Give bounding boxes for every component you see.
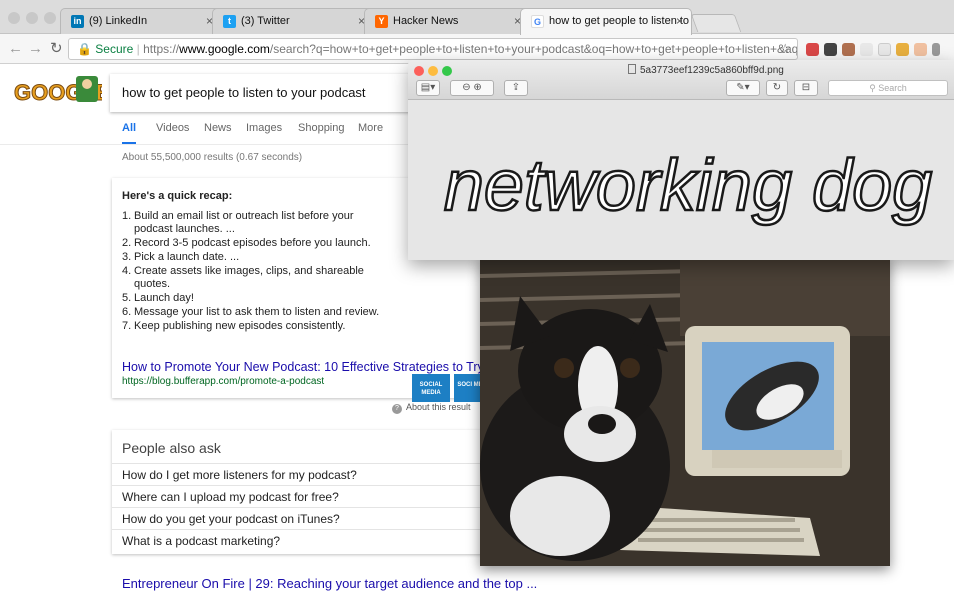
tab-more[interactable]: More [358, 122, 383, 134]
result-title-link[interactable]: Entrepreneur On Fire | 29: Reaching your… [122, 576, 537, 591]
extension-icon[interactable] [878, 43, 891, 56]
preview-image-area: networking dog [408, 100, 954, 260]
tab-hacker-news[interactable]: Y Hacker News × [364, 8, 530, 34]
bookmark-star-icon[interactable]: ☆ [779, 39, 791, 59]
back-arrow-icon[interactable]: ← [8, 40, 23, 58]
address-bar[interactable]: 🔒 Secure | https://www.google.com/search… [68, 38, 798, 60]
google-icon: G [531, 15, 544, 28]
search-input[interactable]: how to get people to listen to your podc… [110, 74, 430, 112]
meme-caption: networking dog [444, 146, 932, 226]
paa-question[interactable]: Where can I upload my podcast for free? [112, 485, 492, 507]
window-zoom-icon[interactable] [44, 12, 56, 24]
tab-images[interactable]: Images [246, 122, 282, 134]
rotate-icon[interactable]: ↻ [766, 80, 788, 96]
tab-linkedin[interactable]: in (9) LinkedIn × [60, 8, 222, 34]
list-item: 2. Record 3-5 podcast episodes before you… [122, 237, 371, 249]
tab-twitter[interactable]: t (3) Twitter × [212, 8, 374, 34]
tab-google-search[interactable]: G how to get people to listen to × [520, 8, 692, 35]
preview-titlebar: 5a3773eef1239c5a860bff9d.png ▤▾ ⊖ ⊕ ⇪ ✎▾… [408, 60, 954, 100]
paa-question[interactable]: How do you get your podcast on iTunes? [112, 507, 492, 529]
tab-label: (9) LinkedIn [89, 15, 148, 27]
lock-icon: 🔒 [77, 42, 92, 56]
linkedin-icon: in [71, 15, 84, 28]
pocket-extension-icon[interactable] [806, 43, 819, 56]
window-minimize-icon[interactable] [428, 66, 438, 76]
social-media-thumbnail[interactable]: SOCIAL MEDIA [412, 374, 450, 402]
extension-icon[interactable] [824, 43, 837, 56]
address-path: /search?q=how+to+get+people+to+listen+to… [269, 42, 798, 56]
close-icon[interactable]: × [676, 9, 683, 33]
menu-icon[interactable] [932, 43, 940, 56]
tab-all[interactable]: All [122, 122, 136, 134]
tab-label: (3) Twitter [241, 15, 290, 27]
search-input[interactable]: ⚲ Search [828, 80, 948, 96]
toolbox-icon[interactable]: ⊟ [794, 80, 818, 96]
list-item: 5. Launch day! [122, 292, 194, 304]
browser-tab-bar: in (9) LinkedIn × t (3) Twitter × Y Hack… [0, 0, 954, 35]
result-url: https://blog.bufferapp.com/promote-a-pod… [122, 376, 325, 387]
file-icon [628, 64, 636, 74]
recap-list: 1. Build an email list or outreach list b… [122, 210, 392, 334]
list-item: 7. Keep publishing new episodes consisten… [122, 320, 346, 332]
tab-label: Hacker News [393, 15, 459, 27]
extension-icon[interactable] [860, 43, 873, 56]
list-item: 1. Build an email list or outreach list b… [122, 210, 354, 235]
address-host: www.google.com [179, 42, 270, 56]
window-minimize-icon[interactable] [26, 12, 38, 24]
address-scheme: https:// [143, 42, 180, 56]
extension-icon[interactable] [842, 43, 855, 56]
zoom-buttons[interactable]: ⊖ ⊕ [450, 80, 494, 96]
tab-label: how to get people to listen to [549, 15, 690, 27]
list-item: 6. Message your list to ask them to liste… [122, 306, 380, 318]
result-title-link[interactable]: How to Promote Your New Podcast: 10 Effe… [122, 360, 484, 374]
extension-icon[interactable] [914, 43, 927, 56]
meme-caption-image: networking dog [443, 145, 934, 228]
result-stats: About 55,500,000 results (0.67 seconds) [122, 152, 303, 163]
list-item: 3. Pick a launch date. ... [122, 251, 240, 263]
window-close-icon[interactable] [8, 12, 20, 24]
extension-icon[interactable] [896, 43, 909, 56]
twitter-icon: t [223, 15, 236, 28]
list-item: 4. Create assets like images, clips, and … [122, 265, 364, 290]
paa-title: People also ask [122, 440, 221, 456]
window-zoom-icon[interactable] [442, 66, 452, 76]
tab-shopping[interactable]: Shopping [298, 122, 345, 134]
secure-label: Secure [95, 42, 134, 56]
dog-photo [480, 256, 890, 566]
sidebar-toggle-icon[interactable]: ▤▾ [416, 80, 440, 96]
forward-arrow-icon[interactable]: → [28, 40, 43, 58]
help-icon: ? [392, 404, 402, 414]
paa-question[interactable]: What is a podcast marketing? [112, 529, 492, 551]
about-this-result-link[interactable]: ? About this result [392, 402, 471, 414]
hackernews-icon: Y [375, 15, 388, 28]
dog-at-computer-image [480, 256, 890, 566]
tab-videos[interactable]: Videos [156, 122, 189, 134]
snippet-title: Here's a quick recap: [122, 190, 233, 202]
window-close-icon[interactable] [414, 66, 424, 76]
reload-icon[interactable]: ↻ [50, 40, 63, 58]
preview-window: 5a3773eef1239c5a860bff9d.png ▤▾ ⊖ ⊕ ⇪ ✎▾… [408, 60, 954, 260]
google-doodle-logo[interactable]: GOOGLE [12, 72, 102, 112]
people-also-ask: People also ask How do I get more listen… [112, 430, 492, 554]
preview-title: 5a3773eef1239c5a860bff9d.png [628, 64, 784, 76]
paa-question[interactable]: How do I get more listeners for my podca… [112, 463, 492, 485]
markup-pen-icon[interactable]: ✎▾ [726, 80, 760, 96]
new-tab-button[interactable] [690, 14, 742, 32]
share-icon[interactable]: ⇪ [504, 80, 528, 96]
tab-news[interactable]: News [204, 122, 232, 134]
